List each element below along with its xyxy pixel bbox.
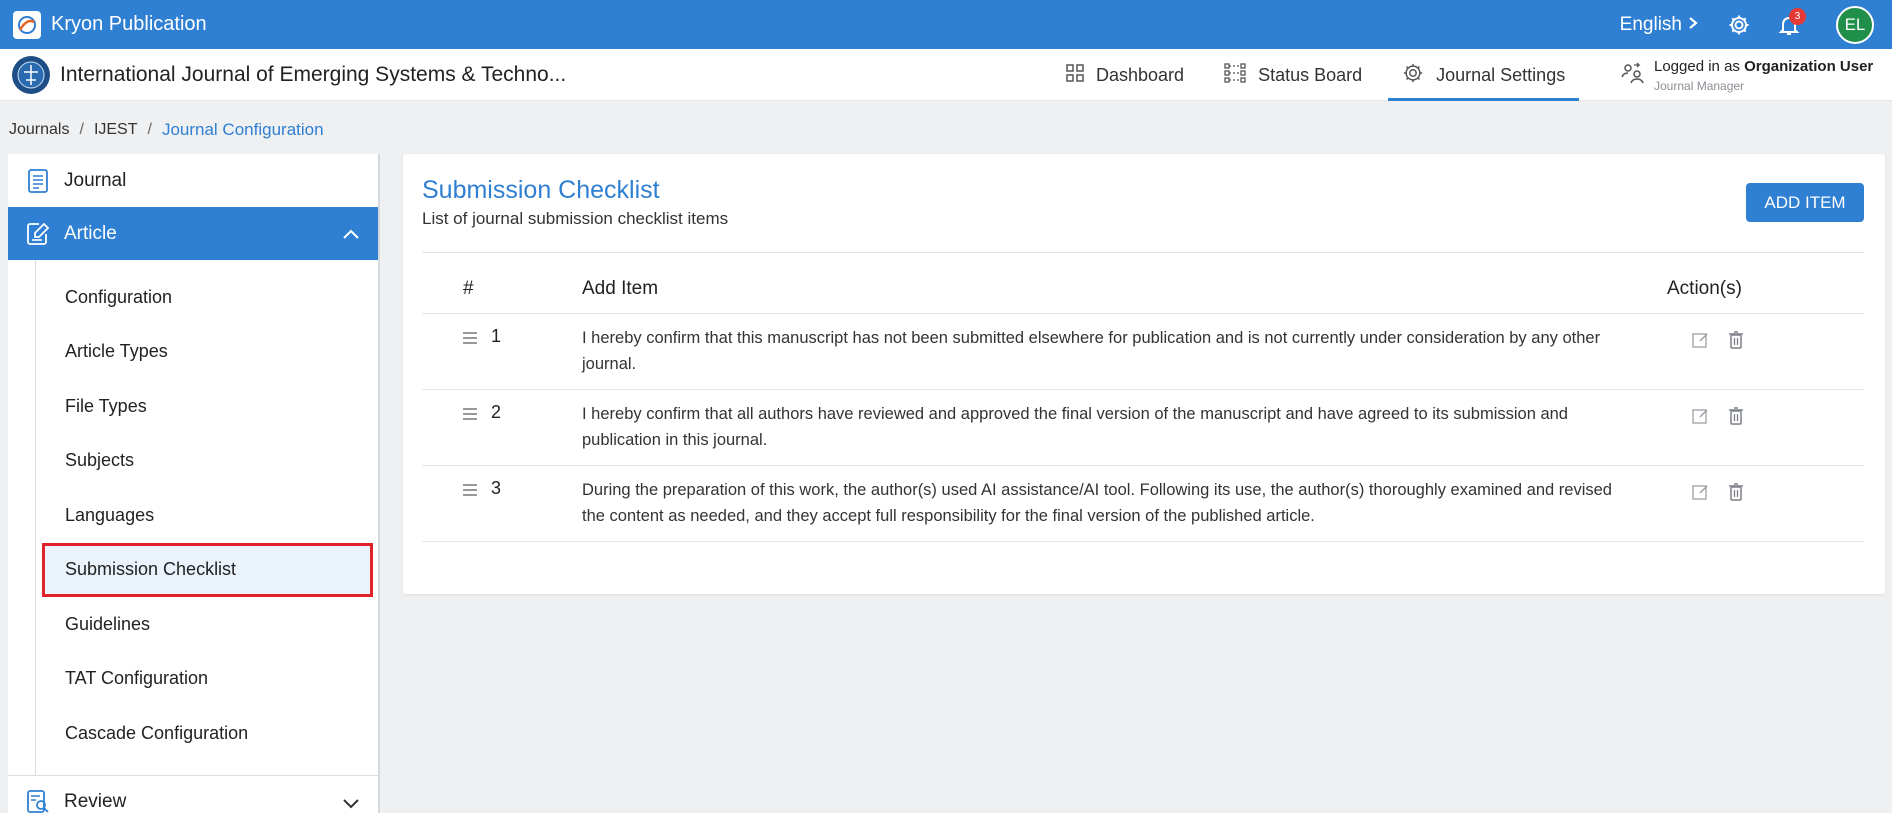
breadcrumb-current: Journal Configuration <box>161 120 324 139</box>
row-number: 3 <box>491 478 502 498</box>
edit-document-icon <box>26 222 50 246</box>
breadcrumb: Journals / IJEST / Journal Configuration <box>9 120 324 140</box>
breadcrumb-ijest[interactable]: IJEST <box>94 121 138 140</box>
chevron-right-icon <box>1688 14 1698 36</box>
sidebar-item-article-label: Article <box>64 222 117 244</box>
checklist-table: # Add Item Action(s) 1 I hereby confirm … <box>422 264 1864 542</box>
sidebar-item-journal[interactable]: Journal <box>8 154 378 207</box>
user-role: Journal Manager <box>1654 78 1745 93</box>
edit-icon[interactable] <box>1690 328 1710 350</box>
row-text: I hereby confirm that all authors have r… <box>582 405 1568 449</box>
sidebar-item-review[interactable]: Review <box>8 776 378 813</box>
journal-logo-icon <box>12 55 50 94</box>
edit-icon[interactable] <box>1690 404 1710 426</box>
table-row: 3 During the preparation of this work, t… <box>422 466 1864 542</box>
sidebar-item-file-types[interactable]: File Types <box>36 379 378 434</box>
logged-in-prefix: Logged in as <box>1654 57 1740 75</box>
journal-title: International Journal of Emerging System… <box>60 62 567 86</box>
delete-icon[interactable] <box>1726 404 1746 426</box>
column-add-item: Add Item <box>582 277 659 299</box>
nav-dashboard-label: Dashboard <box>1096 64 1185 85</box>
notification-bell-icon[interactable]: 3 <box>1776 7 1806 38</box>
sidebar-item-guidelines[interactable]: Guidelines <box>36 597 378 652</box>
delete-icon[interactable] <box>1726 328 1746 350</box>
card-divider <box>422 252 1864 253</box>
logged-in-user-name: Organization User <box>1744 57 1874 75</box>
brand-logo-icon[interactable] <box>13 10 41 39</box>
document-icon <box>26 168 50 193</box>
user-avatar[interactable]: EL <box>1836 5 1874 44</box>
chevron-up-icon[interactable] <box>342 224 360 246</box>
page-subtitle: List of journal submission checklist ite… <box>422 209 729 228</box>
nav-journal-settings[interactable]: Journal Settings <box>1388 49 1580 101</box>
language-selector[interactable]: English <box>1620 14 1698 36</box>
sidebar-item-article-types[interactable]: Article Types <box>36 325 378 380</box>
sidebar-item-submission-checklist[interactable]: Submission Checklist <box>42 542 373 597</box>
gear-icon <box>1402 62 1424 89</box>
delete-icon[interactable] <box>1726 480 1746 502</box>
sidebar-item-journal-label: Journal <box>64 169 127 191</box>
row-text: During the preparation of this work, the… <box>582 481 1612 525</box>
breadcrumb-separator: / <box>147 121 152 138</box>
sidebar-item-article[interactable]: Article <box>8 207 378 260</box>
add-item-button[interactable]: ADD ITEM <box>1746 183 1864 222</box>
user-switch-icon <box>1620 61 1644 90</box>
settings-gear-icon[interactable] <box>1726 12 1752 38</box>
sidebar-item-configuration[interactable]: Configuration <box>36 270 378 325</box>
language-label: English <box>1619 13 1682 35</box>
drag-handle-icon[interactable] <box>463 332 477 344</box>
sidebar-item-subjects[interactable]: Subjects <box>36 434 378 489</box>
table-row: 1 I hereby confirm that this manuscript … <box>422 314 1864 390</box>
brand-name[interactable]: Kryon Publication <box>51 13 207 36</box>
top-app-bar: Kryon Publication English 3 EL <box>0 0 1892 49</box>
sidebar-item-languages[interactable]: Languages <box>36 488 378 543</box>
chevron-down-icon[interactable] <box>342 794 360 813</box>
journal-header-bar: International Journal of Emerging System… <box>0 49 1892 101</box>
article-submenu: Configuration Article Types File Types S… <box>35 260 378 775</box>
sidebar-item-review-label: Review <box>64 791 127 812</box>
edit-icon[interactable] <box>1690 480 1710 502</box>
sidebar-item-tat-configuration[interactable]: TAT Configuration <box>36 652 378 707</box>
column-number: # <box>463 277 474 299</box>
nav-dashboard[interactable]: Dashboard <box>1052 49 1198 101</box>
review-document-icon <box>26 790 50 813</box>
sidebar-item-cascade-configuration[interactable]: Cascade Configuration <box>36 706 378 761</box>
table-header: # Add Item Action(s) <box>422 264 1864 314</box>
nav-status-board-label: Status Board <box>1258 64 1363 85</box>
main-nav: Dashboard Status Board Journal Settings <box>1052 49 1591 101</box>
column-actions: Action(s) <box>1667 277 1742 299</box>
notification-badge: 3 <box>1789 7 1806 25</box>
drag-handle-icon[interactable] <box>463 484 477 496</box>
table-row: 2 I hereby confirm that all authors have… <box>422 390 1864 466</box>
page-title: Submission Checklist <box>422 176 660 204</box>
row-number: 2 <box>491 402 502 422</box>
logged-in-user[interactable]: Logged in as Organization User Journal M… <box>1620 49 1873 101</box>
row-text: I hereby confirm that this manuscript ha… <box>582 329 1601 373</box>
nav-journal-settings-label: Journal Settings <box>1436 64 1566 85</box>
drag-handle-icon[interactable] <box>463 408 477 420</box>
grid-icon <box>1066 63 1084 87</box>
status-board-icon <box>1224 62 1246 88</box>
row-number: 1 <box>491 326 502 346</box>
settings-sidebar: Journal Article Configuration Article Ty… <box>8 154 380 813</box>
breadcrumb-separator: / <box>79 121 84 138</box>
breadcrumb-journals[interactable]: Journals <box>9 121 69 140</box>
submission-checklist-card: Submission Checklist List of journal sub… <box>403 154 1885 594</box>
nav-status-board[interactable]: Status Board <box>1210 49 1376 101</box>
